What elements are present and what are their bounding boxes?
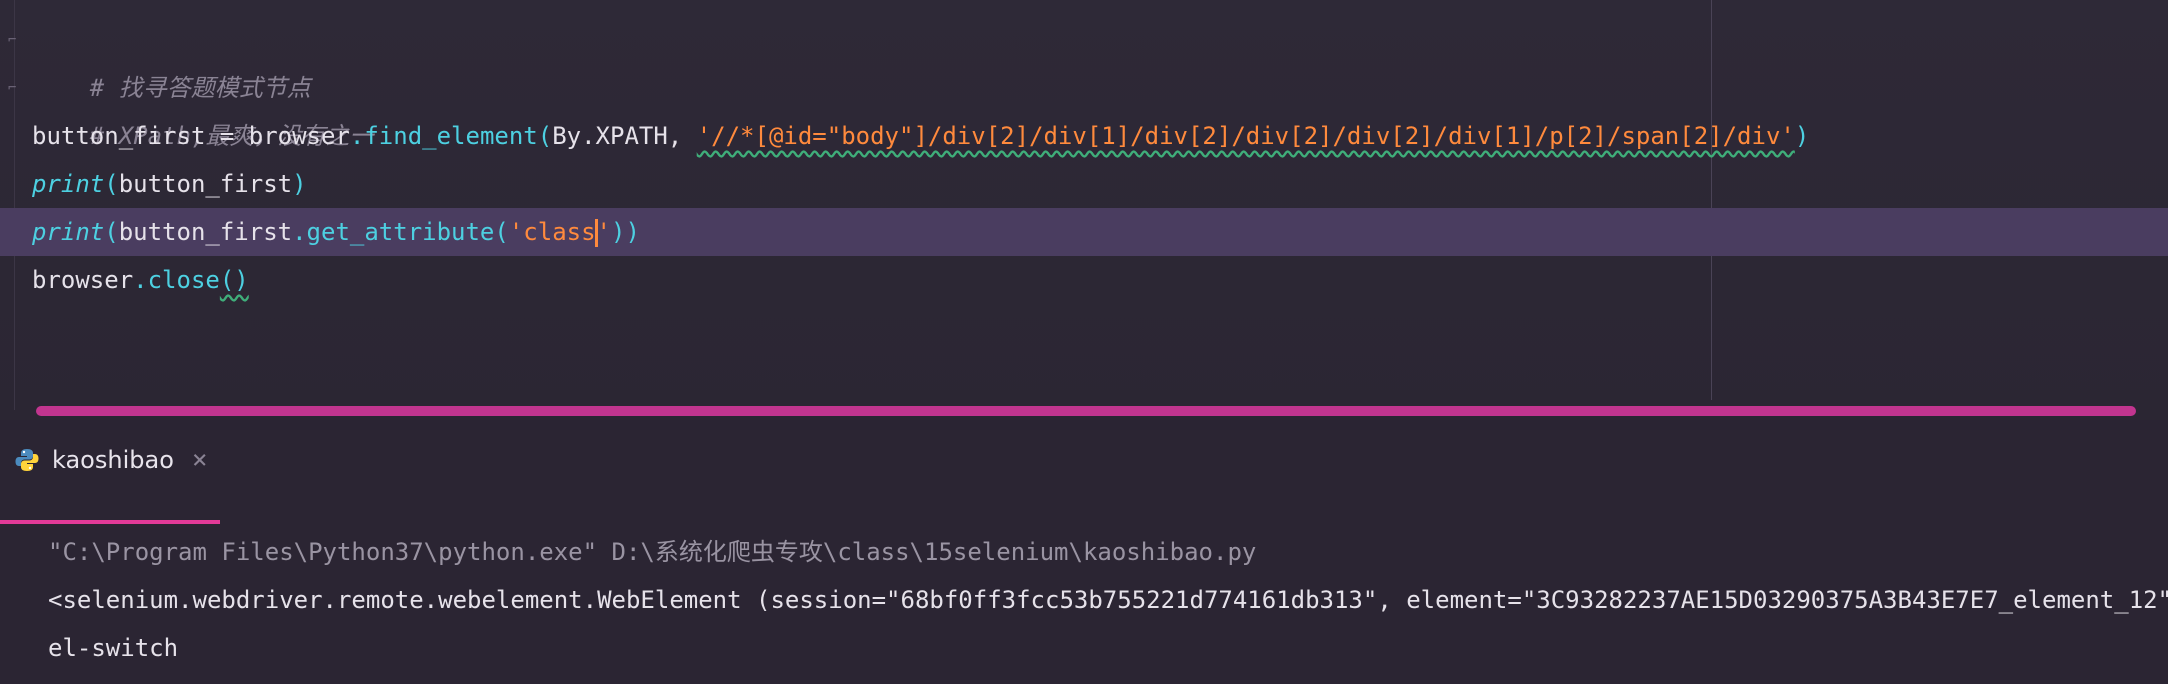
code-line-5[interactable]: print(button_first.get_attribute('class'… — [32, 208, 640, 256]
string-literal: 'class — [508, 218, 596, 246]
paren: ( — [494, 218, 509, 246]
console-output-line: "C:\Program Files\Python37\python.exe" D… — [48, 538, 1257, 566]
argument: button_first — [118, 170, 293, 198]
tab-kaoshibao[interactable]: kaoshibao × — [14, 440, 208, 480]
horizontal-scrollbar[interactable] — [36, 406, 2136, 416]
paren: ( — [104, 218, 119, 246]
python-icon — [15, 449, 39, 471]
console-output-line: <selenium.webdriver.remote.webelement.We… — [48, 586, 2168, 614]
active-tab-indicator — [0, 520, 220, 524]
builtin-print: print — [32, 170, 105, 198]
paren: ) — [1794, 122, 1810, 150]
paren: ( — [104, 170, 119, 198]
method-name: .close — [133, 266, 220, 294]
fold-icon[interactable]: ⌐ — [8, 32, 24, 48]
code-line-3[interactable]: button_first = browser.find_element(By.X… — [32, 112, 1809, 160]
paren: )) — [611, 218, 640, 246]
builtin-print: print — [32, 218, 105, 246]
gutter-divider — [14, 0, 15, 410]
object-name: button_first — [118, 218, 293, 246]
dot: . — [349, 122, 365, 150]
paren: () — [219, 266, 249, 294]
console-output-line: el-switch — [48, 634, 179, 662]
operator: = — [205, 122, 249, 150]
method-name: find_element — [364, 122, 538, 150]
fold-icon[interactable]: ⌐ — [8, 80, 24, 96]
paren: ) — [292, 170, 307, 198]
code-line-2[interactable]: # XPath,最爽，没有之一 — [32, 64, 374, 150]
paren: ( — [537, 122, 553, 150]
argument: By.XPATH, — [552, 122, 697, 150]
right-margin-guide — [1711, 0, 1712, 400]
xpath-string: '//*[@id="body"]/div[2]/div[1]/div[2]/di… — [696, 122, 1795, 150]
object-name: browser — [248, 122, 350, 150]
tab-label: kaoshibao — [52, 446, 174, 474]
method-name: .get_attribute — [292, 218, 495, 246]
run-console: kaoshibao × "C:\Program Files\Python37\p… — [0, 430, 2168, 684]
variable-name: button_first — [32, 122, 206, 150]
string-quote: ' — [596, 218, 611, 246]
code-line-1[interactable]: # 找寻答题模式节点 — [32, 16, 311, 102]
code-line-4[interactable]: print(button_first) — [32, 160, 307, 208]
close-icon[interactable]: × — [192, 445, 208, 475]
object-name: browser — [32, 266, 134, 294]
code-editor[interactable]: ⌐ # 找寻答题模式节点 ⌐ # XPath,最爽，没有之一 button_fi… — [0, 0, 2168, 420]
code-line-6[interactable]: browser.close() — [32, 256, 249, 304]
